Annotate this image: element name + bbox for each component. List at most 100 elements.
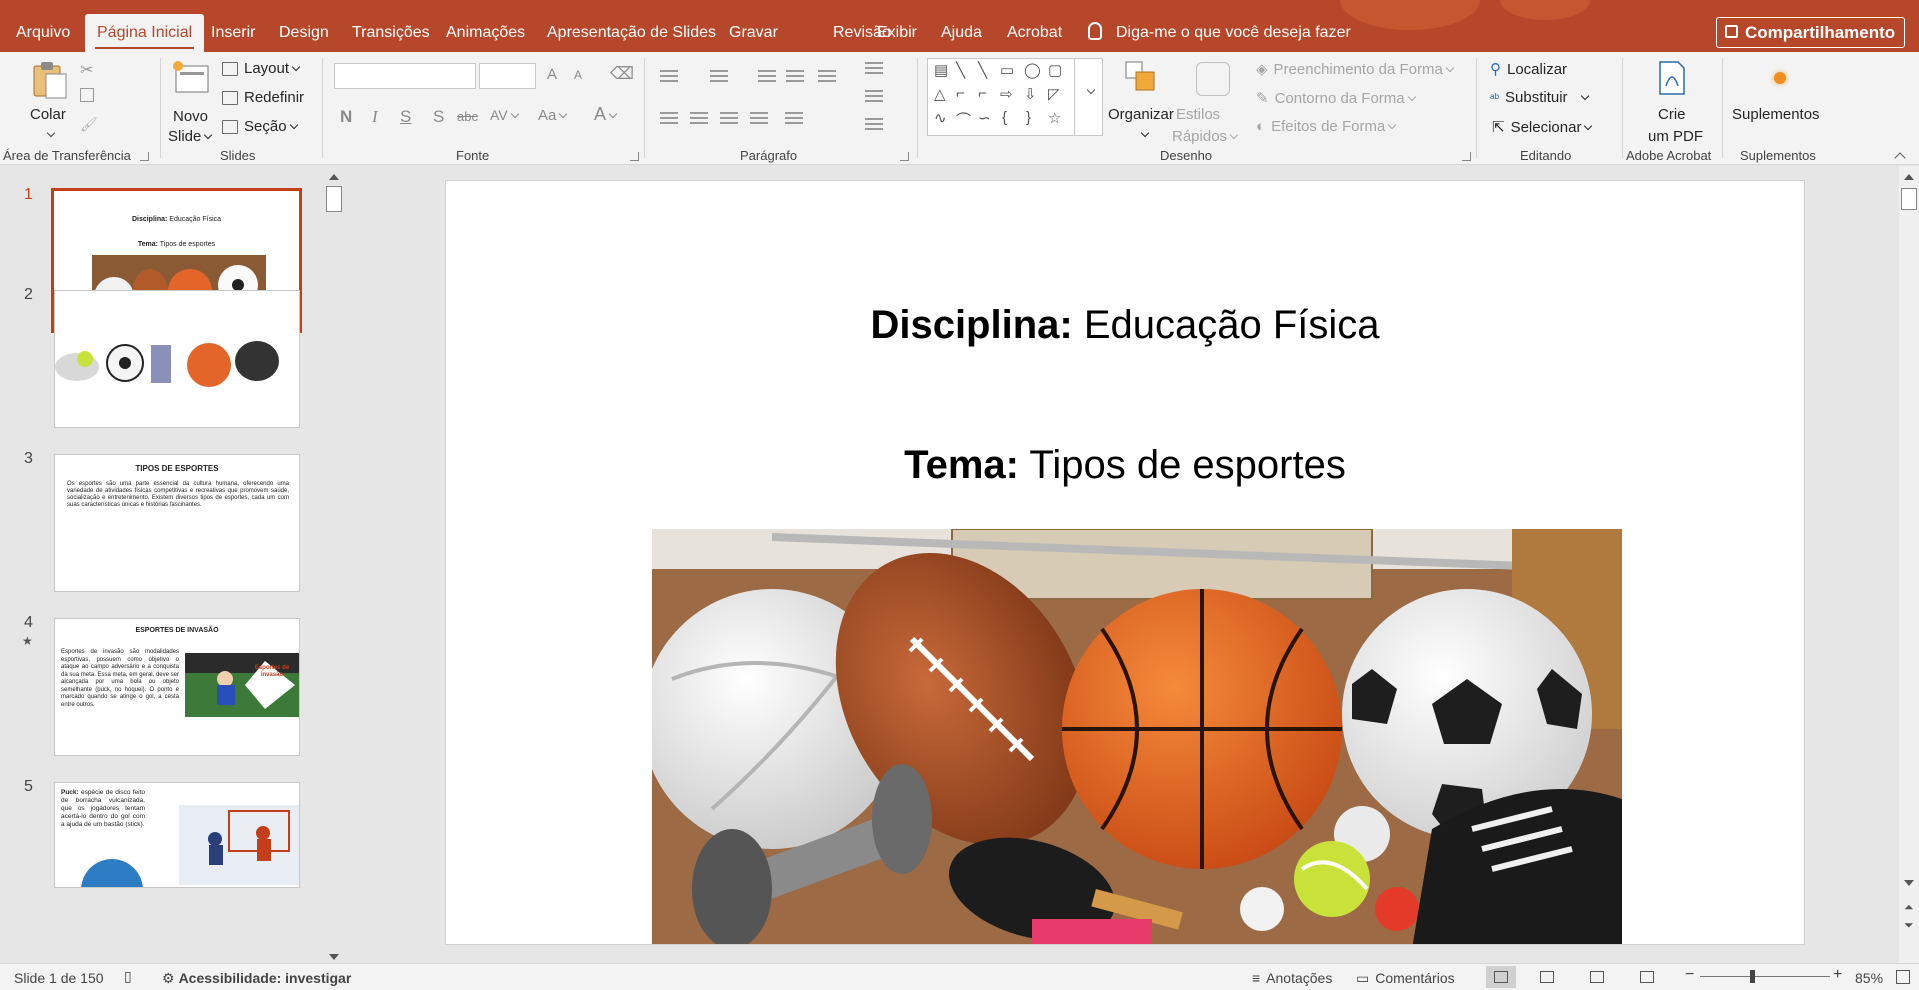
create-pdf-button[interactable]: Crie um PDF — [1630, 58, 1714, 145]
zoom-slider[interactable] — [1700, 976, 1830, 977]
spelling-check-icon[interactable]: ▯ — [124, 968, 132, 985]
thumbnail-slide-3[interactable]: TIPOS DE ESPORTES Os esportes são uma pa… — [54, 454, 300, 592]
tab-animacoes[interactable]: Animações — [434, 14, 537, 52]
font-color-button[interactable]: A — [594, 104, 618, 125]
tab-ajuda[interactable]: Ajuda — [929, 14, 994, 52]
curve-shape-icon[interactable]: ⌒ — [956, 109, 971, 130]
align-right-icon[interactable] — [720, 112, 738, 126]
tab-apresentacao[interactable]: Apresentação de Slides — [535, 14, 728, 52]
text-shadow-button[interactable]: S — [433, 107, 444, 127]
shapes-gallery[interactable]: ▤ ╲ ╲ ▭ ◯ ▢ △ ⌐ ⌐ ⇨ ⇩ ◸ ∿ ⌒ ∽ { } ☆ — [927, 58, 1075, 136]
addins-button[interactable]: Suplementos — [1730, 58, 1830, 144]
align-left-icon[interactable] — [660, 112, 678, 126]
font-name-combo[interactable] — [334, 63, 476, 89]
zoom-in-icon[interactable]: + — [1833, 966, 1842, 984]
rounded-rect-shape-icon[interactable]: ▢ — [1048, 61, 1062, 79]
section-button[interactable]: Seção — [222, 118, 298, 135]
brace-left-shape-icon[interactable]: { — [1002, 109, 1007, 126]
quick-styles-button[interactable]: Estilos Rápidos — [1172, 58, 1248, 145]
replace-button[interactable]: ᵃᵇ Substituir — [1490, 89, 1589, 106]
reading-view-icon[interactable] — [1590, 971, 1604, 983]
text-direction-icon[interactable] — [865, 62, 883, 76]
zoom-slider-thumb[interactable] — [1750, 970, 1755, 983]
curve-shape-icon[interactable]: ∽ — [978, 109, 991, 127]
copy-icon[interactable] — [80, 88, 94, 102]
shrink-font-button[interactable]: A — [574, 68, 582, 82]
thumbnail-scrollbar[interactable] — [325, 170, 343, 963]
accessibility-button[interactable]: ⚙ Acessibilidade: investigar — [162, 970, 351, 987]
tab-exibir[interactable]: Exibir — [865, 14, 929, 52]
reset-button[interactable]: Redefinir — [222, 89, 304, 106]
paste-button[interactable]: Colar — [24, 58, 72, 138]
triangle-shape-icon[interactable]: △ — [934, 85, 946, 103]
bullets-icon[interactable] — [660, 70, 678, 84]
cut-icon[interactable]: ✂ — [80, 60, 93, 80]
grow-font-button[interactable]: A — [547, 66, 557, 83]
dialog-launcher-icon[interactable] — [630, 152, 639, 161]
justify-icon[interactable] — [750, 112, 768, 126]
strikethrough-button[interactable]: abc — [457, 109, 478, 124]
clear-format-icon[interactable]: ⌫ — [610, 64, 634, 84]
sports-balls-photo[interactable] — [652, 529, 1622, 944]
brace-right-shape-icon[interactable]: } — [1026, 109, 1031, 126]
bold-button[interactable]: N — [340, 107, 352, 127]
new-slide-button[interactable]: Novo Slide — [168, 58, 216, 145]
italic-button[interactable]: I — [372, 107, 378, 127]
increase-indent-icon[interactable] — [786, 70, 804, 84]
zoom-level[interactable]: 85% — [1855, 970, 1883, 986]
thumbnail-slide-2[interactable] — [54, 290, 300, 428]
collapse-ribbon-icon[interactable] — [1894, 152, 1906, 164]
star-shape-icon[interactable]: ☆ — [1048, 109, 1061, 127]
connector-shape-icon[interactable]: ⌐ — [978, 85, 987, 102]
notes-button[interactable]: ≡ Anotações — [1252, 970, 1332, 986]
next-slide-icon[interactable]: ⏷ — [1904, 918, 1914, 933]
textbox-shape-icon[interactable]: ▤ — [934, 61, 948, 79]
oval-shape-icon[interactable]: ◯ — [1024, 61, 1041, 79]
dialog-launcher-icon[interactable] — [1462, 152, 1471, 161]
tab-transicoes[interactable]: Transições — [340, 14, 442, 52]
scroll-down-icon[interactable] — [1904, 880, 1914, 886]
font-size-combo[interactable] — [479, 63, 536, 89]
line-shape-icon[interactable]: ╲ — [978, 61, 987, 79]
format-painter-icon[interactable]: 🖌 — [80, 116, 98, 133]
line-shape-icon[interactable]: ╲ — [956, 61, 965, 79]
slide-sorter-icon[interactable] — [1540, 971, 1554, 983]
char-spacing-button[interactable]: AV — [490, 107, 519, 123]
slide-scrollbar[interactable]: ⏶ ⏷ — [1899, 166, 1919, 963]
line-spacing-icon[interactable] — [818, 70, 836, 84]
previous-slide-icon[interactable]: ⏶ — [1904, 900, 1914, 915]
thumbnail-slide-5[interactable]: Puck: espécie de disco feito de borracha… — [54, 782, 300, 888]
tab-inserir[interactable]: Inserir — [199, 14, 267, 52]
tab-arquivo[interactable]: Arquivo — [4, 14, 82, 52]
shape-fill-button[interactable]: ◈ Preenchimento da Forma — [1256, 60, 1455, 78]
align-center-icon[interactable] — [690, 112, 708, 126]
columns-icon[interactable] — [785, 112, 803, 126]
dialog-launcher-icon[interactable] — [900, 152, 909, 161]
shape-effects-button[interactable]: ◐ Efeitos de Forma — [1256, 118, 1397, 135]
tell-me-search[interactable]: Diga-me o que você deseja fazer — [1088, 14, 1351, 52]
tab-gravar[interactable]: Gravar — [717, 14, 790, 52]
layout-button[interactable]: Layout — [222, 60, 301, 77]
tab-pagina-inicial[interactable]: Página Inicial — [85, 14, 205, 52]
rectangle-shape-icon[interactable]: ▭ — [1000, 61, 1014, 79]
scroll-down-icon[interactable] — [329, 954, 339, 960]
select-button[interactable]: ⇱ Selecionar — [1492, 118, 1593, 136]
dialog-launcher-icon[interactable] — [140, 152, 149, 161]
shapes-more-button[interactable] — [1075, 58, 1103, 136]
arrow-down-shape-icon[interactable]: ⇩ — [1024, 85, 1037, 103]
align-text-icon[interactable] — [865, 90, 883, 104]
fit-to-window-icon[interactable] — [1896, 970, 1910, 984]
current-slide[interactable]: Disciplina: Educação Física Tema: Tipos … — [445, 180, 1805, 945]
connector-shape-icon[interactable]: ⌐ — [956, 85, 965, 102]
scroll-up-icon[interactable] — [329, 174, 339, 180]
comments-button[interactable]: ▭ Comentários — [1356, 970, 1455, 987]
tab-design[interactable]: Design — [267, 14, 341, 52]
change-case-button[interactable]: Aa — [538, 107, 568, 124]
scroll-up-icon[interactable] — [1904, 174, 1914, 180]
find-button[interactable]: ⚲ Localizar — [1490, 60, 1567, 78]
shape-outline-button[interactable]: ✎ Contorno da Forma — [1256, 89, 1416, 107]
callout-shape-icon[interactable]: ◸ — [1048, 85, 1060, 103]
zoom-out-icon[interactable]: − — [1685, 966, 1694, 984]
underline-button[interactable]: S — [400, 107, 411, 127]
freeform-shape-icon[interactable]: ∿ — [934, 109, 947, 127]
